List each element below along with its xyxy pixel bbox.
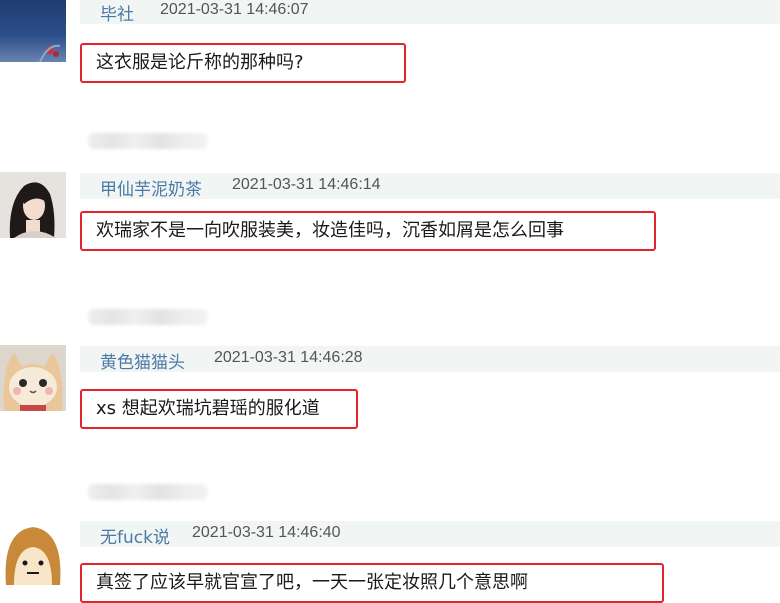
timestamp: 2021-03-31 14:46:07 (160, 1, 309, 18)
timestamp: 2021-03-31 14:46:14 (232, 176, 381, 193)
comment-text: 欢瑞家不是一向吹服装美，妆造佳吗，沉香如屑是怎么回事 (80, 211, 656, 251)
username-link[interactable]: 甲仙芋泥奶茶 (100, 175, 202, 200)
comment-meta-bar: 无fuck说 2021-03-31 14:46:40 (80, 521, 780, 548)
username-link[interactable]: 毕社 (100, 0, 134, 25)
comment-text: 真签了应该早就官宣了吧，一天一张定妆照几个意思啊 (80, 563, 664, 603)
timestamp: 2021-03-31 14:46:28 (214, 349, 363, 366)
timestamp: 2021-03-31 14:46:40 (192, 524, 341, 541)
avatar[interactable] (0, 345, 66, 411)
comment-text: 这衣服是论斤称的那种吗? (80, 43, 406, 83)
avatar[interactable] (0, 519, 66, 585)
comment-meta-bar: 毕社 2021-03-31 14:46:07 (80, 0, 780, 25)
username-link[interactable]: 黄色猫猫头 (100, 348, 185, 373)
avatar[interactable] (0, 172, 66, 238)
comment-text: xs 想起欢瑞坑碧瑶的服化道 (80, 389, 358, 429)
avatar[interactable] (0, 0, 66, 62)
blurred-text (88, 309, 208, 325)
blurred-text (88, 484, 208, 500)
comment-meta-bar: 甲仙芋泥奶茶 2021-03-31 14:46:14 (80, 173, 780, 200)
username-link[interactable]: 无fuck说 (100, 523, 170, 548)
blurred-text (88, 133, 208, 149)
comment-meta-bar: 黄色猫猫头 2021-03-31 14:46:28 (80, 346, 780, 373)
